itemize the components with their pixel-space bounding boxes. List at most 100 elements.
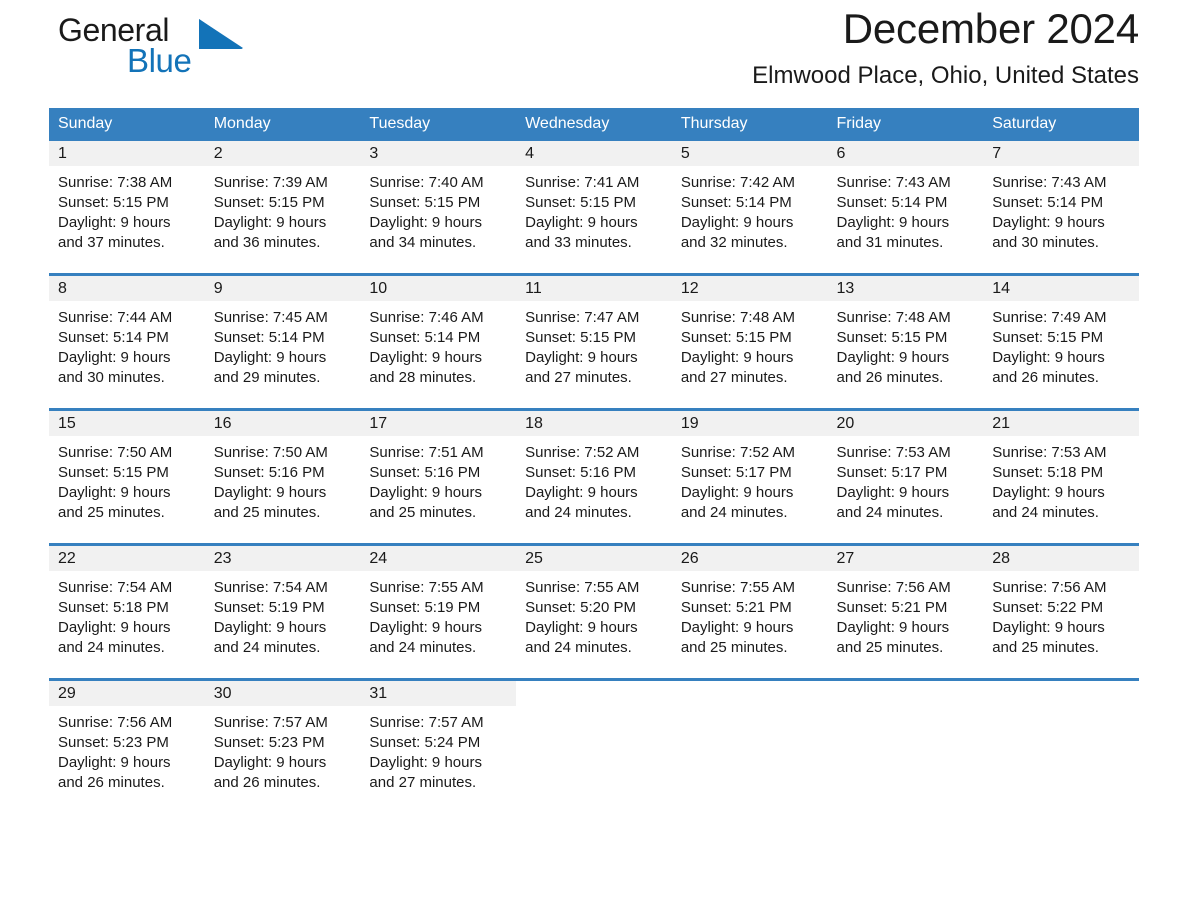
calendar-day-cell[interactable]: 10 Sunrise: 7:46 AM Sunset: 5:14 PM Dayligh… [360, 273, 517, 410]
calendar-day-cell[interactable]: 16 Sunrise: 7:50 AM Sunset: 5:16 PM Dayligh… [204, 408, 361, 545]
sunset-text: Sunset: 5:21 PM [680, 599, 792, 616]
day-header-monday: Monday [204, 108, 361, 141]
calendar-day-cell[interactable]: 24 Sunrise: 7:55 AM Sunset: 5:19 PM Dayligh… [360, 543, 517, 680]
daylight-text-line2: and 24 minutes. [369, 639, 477, 656]
daylight-text-line2: and 24 minutes. [58, 639, 165, 656]
calendar-day-cell[interactable]: 14 Sunrise: 7:49 AM Sunset: 5:15 PM Dayligh… [983, 273, 1139, 410]
calendar-day-cell[interactable]: 22 Sunrise: 7:54 AM Sunset: 5:18 PM Dayligh… [49, 543, 205, 680]
calendar-day-cell[interactable]: 29 Sunrise: 7:56 AM Sunset: 5:23 PM Dayligh… [49, 678, 205, 813]
calendar-week-row: 15 Sunrise: 7:50 AM Sunset: 5:15 PM Dayligh… [49, 408, 1139, 545]
daylight-text-line1: Daylight: 9 hours [836, 619, 950, 636]
calendar-day-cell[interactable]: 17 Sunrise: 7:51 AM Sunset: 5:16 PM Dayligh… [360, 408, 517, 545]
calendar-day-cell[interactable]: 2 Sunrise: 7:39 AM Sunset: 5:15 PM Daylight… [204, 141, 361, 275]
page-title: December 2024 [842, 5, 1139, 52]
daylight-text-line2: and 26 minutes. [836, 369, 944, 386]
daylight-text-line1: Daylight: 9 hours [992, 214, 1105, 231]
sunset-text: Sunset: 5:15 PM [58, 464, 169, 481]
day-number: 28 [983, 546, 1139, 571]
sunset-text: Sunset: 5:14 PM [58, 329, 169, 346]
daylight-text-line1: Daylight: 9 hours [525, 349, 638, 366]
day-number: 8 [49, 276, 205, 301]
calendar-day-cell[interactable]: 8 Sunrise: 7:44 AM Sunset: 5:14 PM Daylight… [49, 273, 205, 410]
sunrise-text: Sunrise: 7:46 AM [369, 309, 484, 326]
sunset-text: Sunset: 5:15 PM [992, 329, 1104, 346]
sunrise-text: Sunrise: 7:51 AM [369, 444, 484, 461]
calendar-day-cell[interactable]: 4 Sunrise: 7:41 AM Sunset: 5:15 PM Daylight… [516, 141, 672, 275]
day-number: 17 [360, 411, 517, 436]
calendar-day-cell-empty [671, 678, 828, 813]
calendar-day-cell-empty [827, 678, 984, 813]
daylight-text-line1: Daylight: 9 hours [58, 754, 171, 771]
calendar-day-cell[interactable]: 5 Sunrise: 7:42 AM Sunset: 5:14 PM Daylight… [671, 141, 828, 275]
daylight-text-line1: Daylight: 9 hours [992, 484, 1105, 501]
calendar-day-cell[interactable]: 7 Sunrise: 7:43 AM Sunset: 5:14 PM Daylight… [983, 141, 1139, 275]
calendar-day-cell[interactable]: 23 Sunrise: 7:54 AM Sunset: 5:19 PM Dayligh… [204, 543, 361, 680]
daylight-text-line1: Daylight: 9 hours [58, 214, 171, 231]
sunrise-text: Sunrise: 7:38 AM [58, 174, 173, 191]
calendar-day-cell[interactable]: 1 Sunrise: 7:38 AM Sunset: 5:15 PM Daylight… [49, 141, 205, 275]
sunrise-text: Sunrise: 7:42 AM [680, 174, 796, 191]
calendar-day-cell[interactable]: 15 Sunrise: 7:50 AM Sunset: 5:15 PM Dayligh… [49, 408, 205, 545]
calendar-day-cell[interactable]: 26 Sunrise: 7:55 AM Sunset: 5:21 PM Dayligh… [671, 543, 828, 680]
sunrise-text: Sunrise: 7:53 AM [992, 444, 1107, 461]
sunset-text: Sunset: 5:15 PM [525, 329, 637, 346]
daylight-text-line1: Daylight: 9 hours [213, 754, 327, 771]
calendar-day-cell[interactable]: 13 Sunrise: 7:48 AM Sunset: 5:15 PM Dayligh… [827, 273, 984, 410]
daylight-text-line1: Daylight: 9 hours [369, 484, 482, 501]
sunrise-text: Sunrise: 7:44 AM [58, 309, 173, 326]
daylight-text-line2: and 27 minutes. [680, 369, 788, 386]
calendar-day-cell[interactable]: 21 Sunrise: 7:53 AM Sunset: 5:18 PM Dayligh… [983, 408, 1139, 545]
day-number: 30 [204, 681, 361, 706]
daylight-text-line2: and 27 minutes. [369, 774, 477, 791]
daylight-text-line2: and 27 minutes. [525, 369, 632, 386]
daylight-text-line1: Daylight: 9 hours [836, 484, 950, 501]
day-number: 24 [360, 546, 517, 571]
calendar-day-cell[interactable]: 31 Sunrise: 7:57 AM Sunset: 5:24 PM Dayligh… [360, 678, 517, 813]
day-number: 20 [827, 411, 984, 436]
calendar-day-cell[interactable]: 11 Sunrise: 7:47 AM Sunset: 5:15 PM Dayligh… [516, 273, 672, 410]
sunset-text: Sunset: 5:14 PM [992, 194, 1104, 211]
sunrise-text: Sunrise: 7:55 AM [525, 579, 640, 596]
daylight-text-line2: and 25 minutes. [992, 639, 1099, 656]
location-subtitle: Elmwood Place, Ohio, United States [752, 62, 1139, 90]
calendar-day-cell[interactable]: 6 Sunrise: 7:43 AM Sunset: 5:14 PM Daylight… [827, 141, 984, 275]
day-header-wednesday: Wednesday [516, 108, 672, 141]
sunrise-text: Sunrise: 7:43 AM [992, 174, 1107, 191]
sunset-text: Sunset: 5:20 PM [525, 599, 637, 616]
daylight-text-line1: Daylight: 9 hours [369, 619, 482, 636]
calendar-day-cell[interactable]: 9 Sunrise: 7:45 AM Sunset: 5:14 PM Daylight… [204, 273, 361, 410]
calendar-day-cell[interactable]: 20 Sunrise: 7:53 AM Sunset: 5:17 PM Dayligh… [827, 408, 984, 545]
sunrise-text: Sunrise: 7:56 AM [836, 579, 951, 596]
sunset-text: Sunset: 5:21 PM [836, 599, 948, 616]
daylight-text-line2: and 24 minutes. [836, 504, 944, 521]
daylight-text-line2: and 30 minutes. [992, 234, 1099, 251]
calendar-day-cell[interactable]: 27 Sunrise: 7:56 AM Sunset: 5:21 PM Dayligh… [827, 543, 984, 680]
daylight-text-line1: Daylight: 9 hours [213, 214, 327, 231]
day-number: 10 [360, 276, 517, 301]
daylight-text-line2: and 26 minutes. [992, 369, 1099, 386]
calendar-day-cell[interactable]: 25 Sunrise: 7:55 AM Sunset: 5:20 PM Dayligh… [516, 543, 672, 680]
sunset-text: Sunset: 5:15 PM [58, 194, 169, 211]
sunrise-text: Sunrise: 7:40 AM [369, 174, 484, 191]
calendar-day-cell[interactable]: 3 Sunrise: 7:40 AM Sunset: 5:15 PM Daylight… [360, 141, 517, 275]
daylight-text-line1: Daylight: 9 hours [680, 484, 794, 501]
day-number: 18 [516, 411, 672, 436]
day-of-week-header-row: Sunday Monday Tuesday Wednesday Thursday… [49, 108, 1139, 141]
day-number: 26 [671, 546, 828, 571]
calendar-day-cell[interactable]: 12 Sunrise: 7:48 AM Sunset: 5:15 PM Dayligh… [671, 273, 828, 410]
day-number: 5 [671, 141, 828, 166]
day-number: 23 [204, 546, 361, 571]
daylight-text-line1: Daylight: 9 hours [992, 349, 1105, 366]
calendar-day-cell-empty [983, 678, 1139, 813]
calendar-week-row: 1 Sunrise: 7:38 AM Sunset: 5:15 PM Daylight… [49, 141, 1139, 275]
daylight-text-line1: Daylight: 9 hours [58, 619, 171, 636]
day-number: 22 [49, 546, 205, 571]
calendar-day-cell[interactable]: 30 Sunrise: 7:57 AM Sunset: 5:23 PM Dayligh… [204, 678, 361, 813]
day-number: 6 [827, 141, 984, 166]
daylight-text-line1: Daylight: 9 hours [992, 619, 1105, 636]
general-blue-logo[interactable]: General Blue [49, 14, 243, 92]
daylight-text-line2: and 28 minutes. [369, 369, 477, 386]
calendar-day-cell[interactable]: 19 Sunrise: 7:52 AM Sunset: 5:17 PM Dayligh… [671, 408, 828, 545]
calendar-day-cell[interactable]: 18 Sunrise: 7:52 AM Sunset: 5:16 PM Dayligh… [516, 408, 672, 545]
calendar-day-cell[interactable]: 28 Sunrise: 7:56 AM Sunset: 5:22 PM Dayligh… [983, 543, 1139, 680]
